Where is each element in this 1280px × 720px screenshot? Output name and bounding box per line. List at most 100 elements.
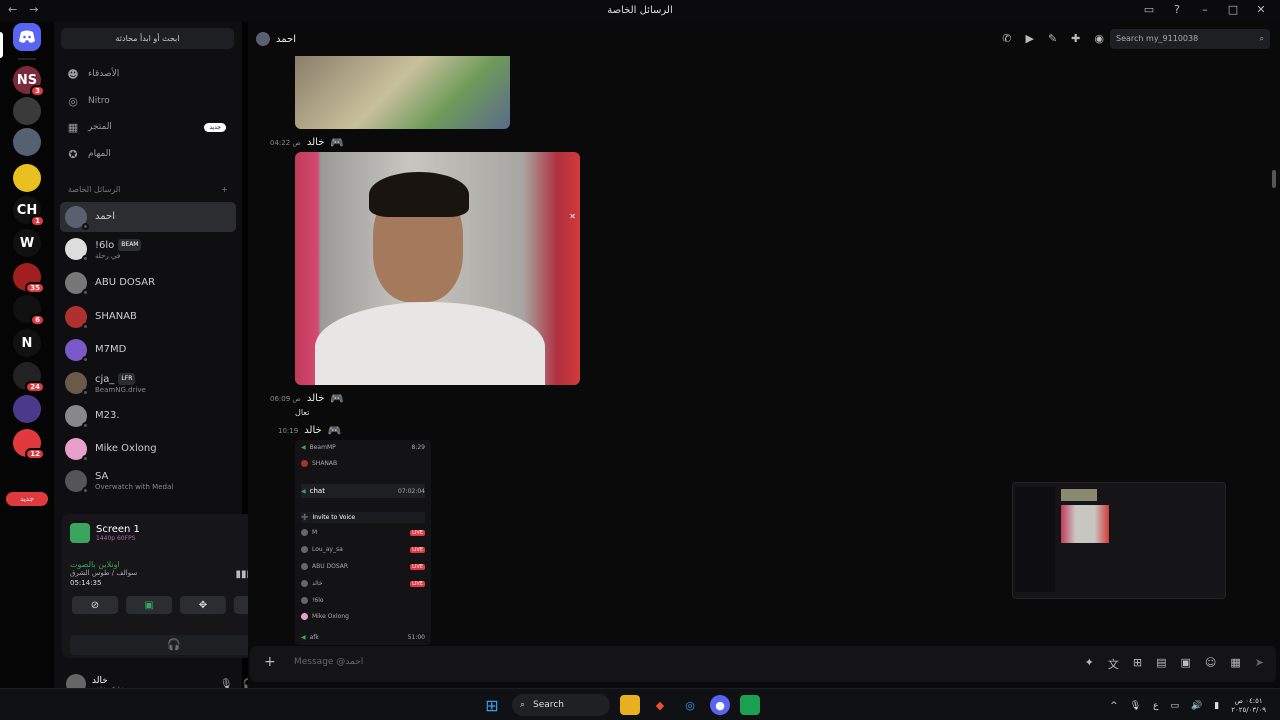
nav-shop[interactable]: ▦ المتجر جديد bbox=[66, 116, 234, 138]
taskbar-search[interactable]: ⌕ Search bbox=[512, 694, 610, 716]
dm-item[interactable]: !6lo BEAM في رحلة bbox=[60, 234, 236, 264]
server-icon[interactable] bbox=[13, 395, 41, 423]
dm-item[interactable]: cja_ LFR BeamNG.drive bbox=[60, 368, 236, 398]
send-icon[interactable]: ➤ bbox=[1255, 656, 1264, 672]
image-attachment-selfie[interactable]: ✕ bbox=[295, 152, 580, 385]
new-servers-badge[interactable]: جديد bbox=[6, 492, 48, 506]
avatar bbox=[65, 405, 89, 429]
find-conversation-button[interactable]: ابحث أو ابدأ محادثة bbox=[61, 28, 234, 49]
server-label: W bbox=[19, 235, 35, 251]
message-author[interactable]: خالد bbox=[307, 393, 325, 404]
volume-icon[interactable]: 🔊 bbox=[1191, 701, 1202, 711]
brave-browser-icon[interactable]: ◆ bbox=[650, 695, 670, 715]
sheets-icon[interactable] bbox=[740, 695, 760, 715]
create-dm-icon[interactable]: + bbox=[221, 185, 228, 194]
add-friends-icon[interactable]: ✚ bbox=[1071, 32, 1080, 45]
apps-icon[interactable]: ▦ bbox=[1230, 656, 1240, 672]
nav-quests[interactable]: ✪ المهام bbox=[66, 143, 234, 165]
dm-item[interactable]: M23. bbox=[60, 401, 236, 431]
chevron-up-icon[interactable]: ^ bbox=[1110, 701, 1118, 711]
gift-icon[interactable]: ⊞ bbox=[1133, 656, 1142, 672]
live-badge: LIVE bbox=[410, 546, 425, 553]
close-icon[interactable]: ✕ bbox=[1254, 3, 1268, 16]
scrollbar[interactable] bbox=[1272, 170, 1276, 188]
server-icon[interactable] bbox=[13, 128, 41, 156]
clock-date: ٢٠٢٥/٠٣/٠٩ bbox=[1231, 706, 1266, 714]
minimize-icon[interactable]: – bbox=[1198, 3, 1212, 16]
app-launcher-icon[interactable]: ✦ bbox=[1085, 656, 1094, 672]
add-attachment-icon[interactable]: + bbox=[264, 654, 276, 670]
close-icon[interactable]: ✕ bbox=[569, 212, 576, 221]
gamepad-icon: 🎮 bbox=[330, 392, 345, 405]
server-icon[interactable]: W bbox=[13, 229, 41, 257]
clock[interactable]: ٠٤:٥١ ص ٢٠٢٥/٠٣/٠٩ bbox=[1231, 697, 1266, 715]
mini-channel-row: ◀ BeamMP 8:29 bbox=[301, 444, 425, 451]
inbox-icon[interactable]: ▭ bbox=[1142, 3, 1156, 16]
pin-icon[interactable]: ✎ bbox=[1048, 32, 1057, 45]
nav-friends[interactable]: ☻ الأصدقاء bbox=[66, 63, 234, 85]
dm-item[interactable]: M7MD bbox=[60, 335, 236, 365]
voice-status[interactable]: اونلاين بالصوت bbox=[70, 560, 137, 569]
live-badge: LIVE bbox=[410, 563, 425, 570]
server-icon[interactable]: 35 bbox=[13, 263, 45, 294]
voice-channel[interactable]: سوالف / طوس الشرق bbox=[70, 569, 137, 577]
nav-shop-label: المتجر bbox=[88, 122, 112, 132]
message-author[interactable]: خالد bbox=[304, 425, 322, 436]
search-input[interactable]: Search my_9110038 ⌕ bbox=[1110, 29, 1270, 49]
server-icon[interactable] bbox=[13, 164, 41, 192]
avatar bbox=[65, 238, 89, 262]
mini-member-row: M LIVE bbox=[301, 529, 425, 536]
nav-nitro[interactable]: ◎ Nitro bbox=[66, 90, 234, 112]
search-icon: ⌕ bbox=[520, 700, 526, 710]
image-attachment-screenshot[interactable]: ◀ BeamMP 8:29 SHANAB ◀ chat 07:02:04 ➕ Invi… bbox=[295, 440, 431, 645]
mini-channel-name: chat bbox=[309, 487, 325, 495]
message-input[interactable]: Message @احمد bbox=[294, 657, 363, 667]
dm-item[interactable]: احمد bbox=[60, 202, 236, 232]
network-icon[interactable]: ▭ bbox=[1171, 701, 1180, 711]
screen-share-row[interactable]: Screen 1 1440p 60FPS bbox=[70, 523, 140, 543]
microphone-icon[interactable]: 🎙 bbox=[1130, 701, 1141, 711]
dm-item[interactable]: SA Overwatch with Medal bbox=[60, 466, 236, 496]
help-icon[interactable]: ? bbox=[1170, 3, 1184, 16]
status-indicator bbox=[82, 487, 89, 494]
server-icon[interactable]: CH 1 bbox=[13, 196, 45, 227]
activities-button[interactable]: ✥ bbox=[180, 596, 226, 614]
app-icon[interactable]: ◎ bbox=[680, 695, 700, 715]
maximize-icon[interactable]: □ bbox=[1226, 3, 1240, 16]
file-explorer-icon[interactable] bbox=[620, 695, 640, 715]
message-composer[interactable]: + Message @احمد ✦ 文 ⊞ ▤ ▣ ☺ ▦ ➤ bbox=[250, 646, 1276, 682]
mini-member: M bbox=[312, 529, 318, 536]
quests-icon: ✪ bbox=[68, 147, 78, 161]
battery-icon[interactable]: ▮ bbox=[1214, 701, 1219, 711]
server-icon[interactable]: 6 bbox=[13, 295, 45, 326]
language-indicator[interactable]: ع bbox=[1153, 701, 1158, 711]
share-screen-button[interactable]: ▣ bbox=[126, 596, 172, 614]
stream-preview-pip[interactable] bbox=[1012, 482, 1226, 599]
voice-call-icon[interactable]: ✆ bbox=[1002, 32, 1011, 45]
dm-item[interactable]: Mike Oxlong bbox=[60, 434, 236, 464]
server-icon[interactable] bbox=[13, 97, 41, 125]
server-icon[interactable]: 24 bbox=[13, 362, 45, 393]
dm-item[interactable]: ABU DOSAR bbox=[60, 268, 236, 298]
discord-home-icon[interactable] bbox=[13, 23, 41, 51]
chat-title[interactable]: احمد bbox=[276, 34, 296, 45]
dm-sidebar: ابحث أو ابدأ محادثة ☻ الأصدقاء ◎ Nitro ▦… bbox=[54, 22, 288, 694]
emoji-icon[interactable]: ☺ bbox=[1205, 656, 1216, 672]
mini-member-row: ABU DOSAR LIVE bbox=[301, 563, 425, 570]
video-call-icon[interactable]: ▶ bbox=[1025, 32, 1033, 45]
dm-name: !6lo bbox=[95, 239, 115, 251]
server-icon[interactable]: NS 3 bbox=[13, 66, 45, 97]
translate-icon[interactable]: 文 bbox=[1108, 656, 1119, 672]
headset-icon[interactable]: 🎧 bbox=[70, 635, 278, 655]
message-author[interactable]: خالد bbox=[307, 137, 325, 148]
dm-item[interactable]: SHANAB bbox=[60, 302, 236, 332]
sticker-icon[interactable]: ▣ bbox=[1181, 656, 1191, 672]
windows-start-icon[interactable]: ⊞ bbox=[482, 695, 502, 715]
server-icon[interactable]: N bbox=[13, 329, 41, 357]
gif-icon[interactable]: ▤ bbox=[1156, 656, 1166, 672]
image-attachment-street[interactable] bbox=[295, 56, 510, 129]
server-icon[interactable]: 12 bbox=[13, 429, 45, 460]
user-profile-icon[interactable]: ◉ bbox=[1094, 32, 1104, 45]
discord-taskbar-icon[interactable]: ● bbox=[710, 695, 730, 715]
camera-off-button[interactable]: ⊘ bbox=[72, 596, 118, 614]
